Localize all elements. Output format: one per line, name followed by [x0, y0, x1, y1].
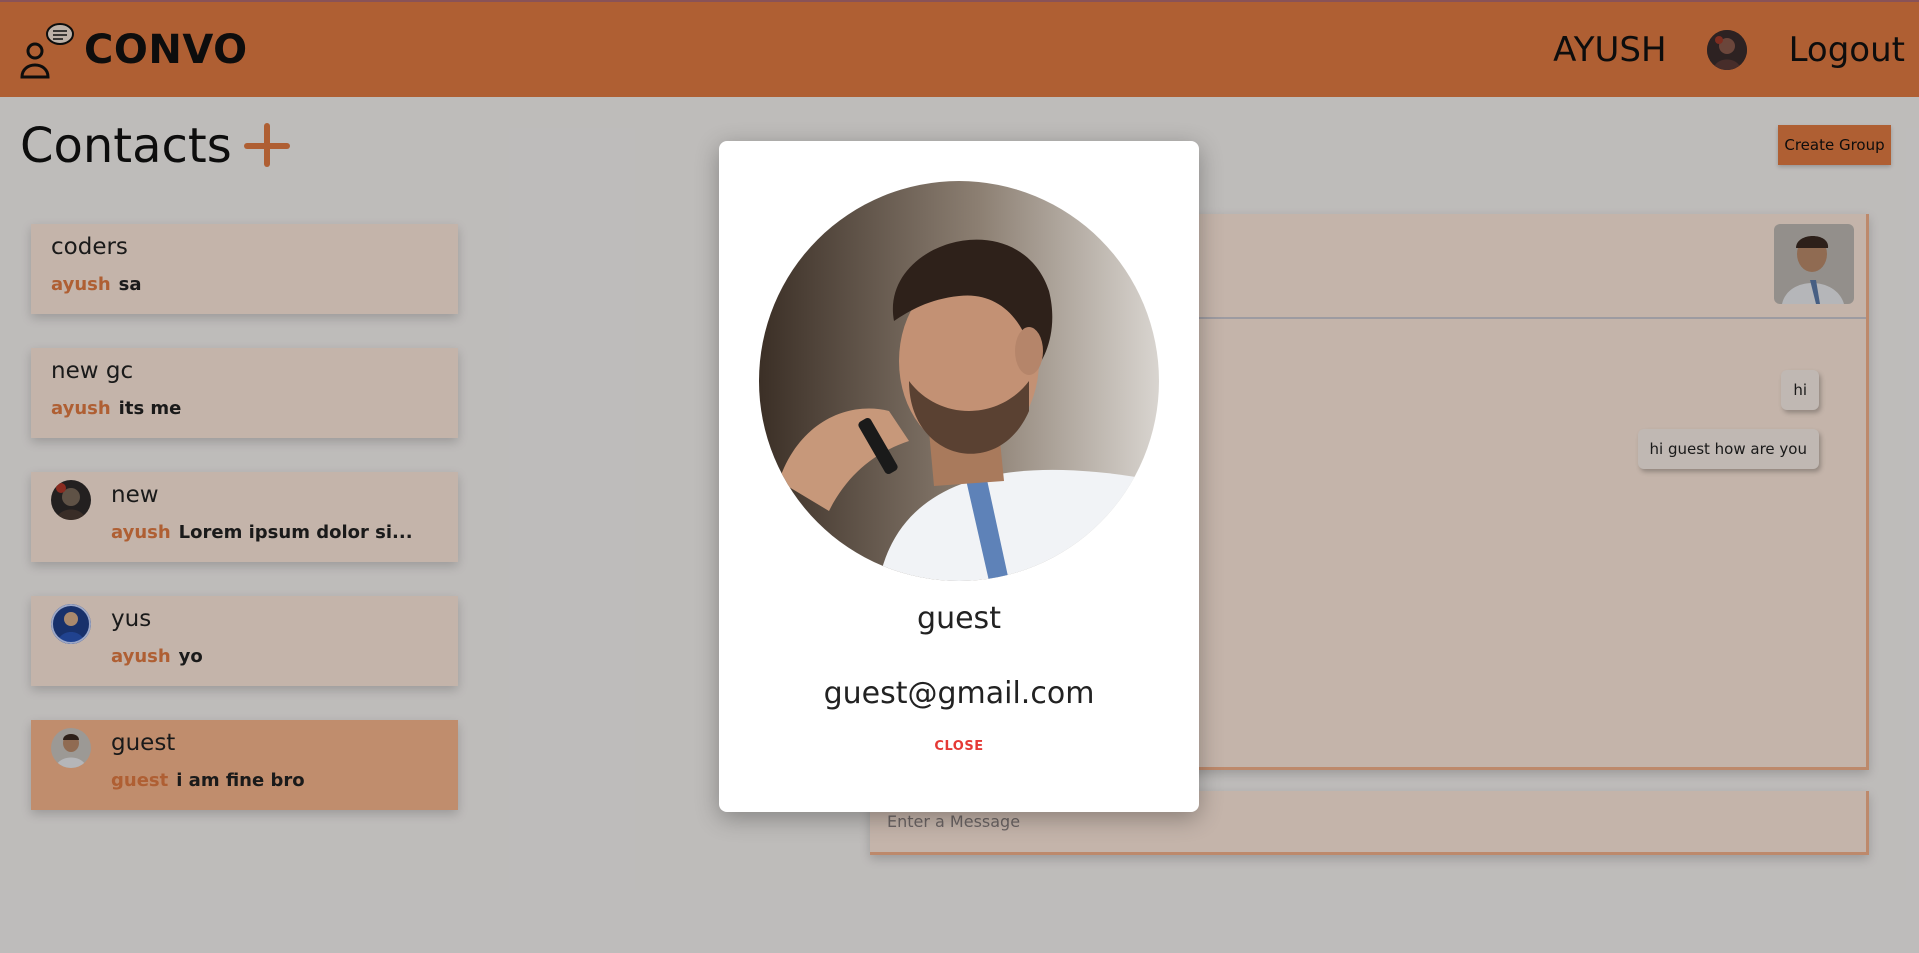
profile-name: guest: [917, 601, 1001, 636]
profile-email: guest@gmail.com: [823, 676, 1095, 711]
profile-avatar: [759, 181, 1159, 581]
profile-modal: guest guest@gmail.com CLOSE: [719, 141, 1199, 812]
close-button[interactable]: CLOSE: [909, 731, 1009, 761]
profile-photo-icon: [759, 181, 1159, 581]
